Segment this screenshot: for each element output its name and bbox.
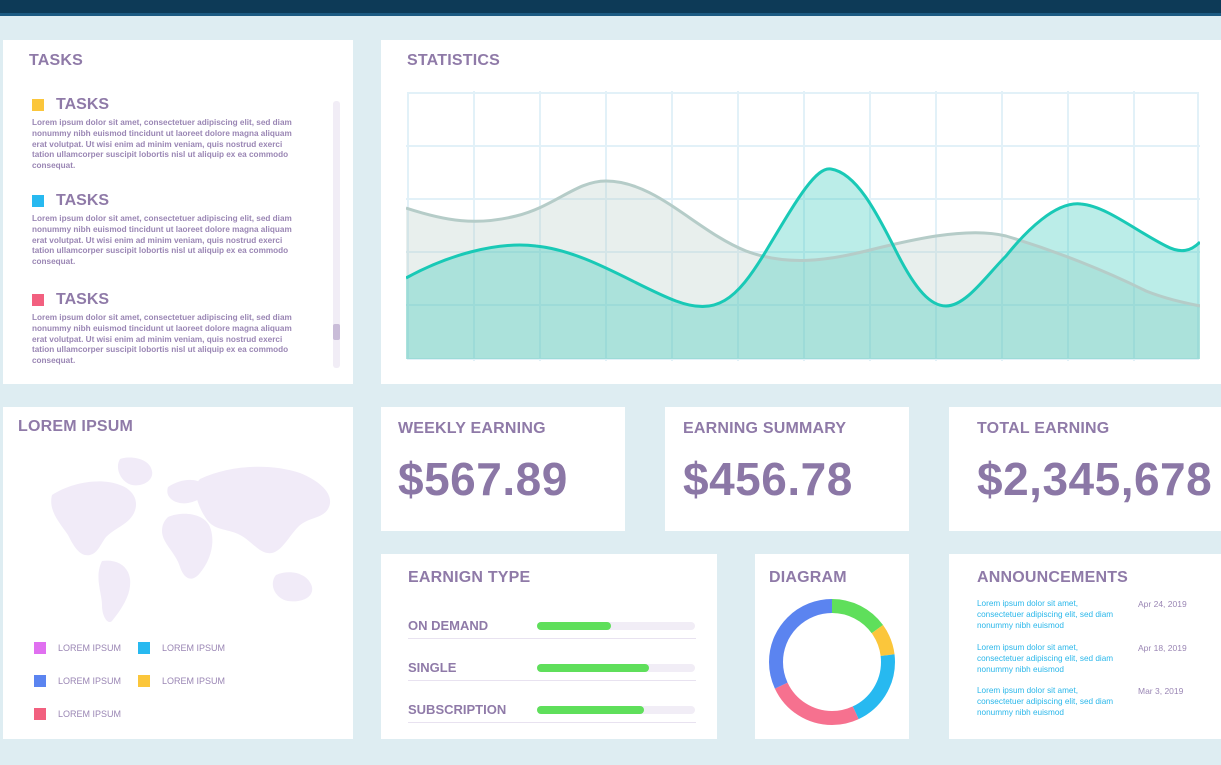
earning-type-row: SUBSCRIPTION [408, 702, 696, 732]
task-title: TASKS [56, 96, 109, 114]
row-divider [408, 680, 696, 681]
legend-color-marker [138, 675, 150, 687]
task-color-marker [32, 99, 44, 111]
map-panel-title: LOREM IPSUM [18, 418, 133, 436]
weekly-earning-title: WEEKLY EARNING [398, 420, 546, 438]
legend-label: LOREM IPSUM [58, 676, 121, 686]
task-item[interactable]: TASKS Lorem ipsum dolor sit amet, consec… [32, 95, 302, 172]
total-earning-title: TOTAL EARNING [977, 420, 1109, 438]
task-description: Lorem ipsum dolor sit amet, consectetuer… [32, 214, 302, 268]
announcement-text[interactable]: Lorem ipsum dolor sit amet, consectetuer… [977, 599, 1115, 631]
statistics-panel-title: STATISTICS [407, 52, 500, 70]
task-title: TASKS [56, 291, 109, 309]
earning-type-row: SINGLE [408, 660, 696, 690]
earning-type-progress-track [537, 706, 695, 714]
legend-color-marker [34, 708, 46, 720]
world-map-icon [40, 455, 340, 625]
announcement-date: Apr 24, 2019 [1138, 599, 1187, 609]
legend-item: LOREM IPSUM [138, 642, 225, 654]
top-bar [0, 0, 1221, 16]
weekly-earning-value: $567.89 [398, 452, 568, 506]
legend-item: LOREM IPSUM [138, 675, 225, 687]
row-divider [408, 638, 696, 639]
earning-type-progress-fill [537, 622, 611, 630]
task-color-marker [32, 195, 44, 207]
announcement-date: Apr 18, 2019 [1138, 643, 1187, 653]
announcements-title: ANNOUNCEMENTS [977, 569, 1128, 587]
diagram-donut-chart [767, 597, 897, 727]
earning-type-label: SUBSCRIPTION [408, 702, 506, 717]
total-earning-value: $2,345,678 [977, 452, 1212, 506]
earning-type-progress-fill [537, 706, 644, 714]
announcement-text[interactable]: Lorem ipsum dolor sit amet, consectetuer… [977, 643, 1115, 675]
earning-summary-value: $456.78 [683, 452, 853, 506]
earning-type-label: ON DEMAND [408, 618, 488, 633]
legend-label: LOREM IPSUM [58, 643, 121, 653]
legend-label: LOREM IPSUM [162, 643, 225, 653]
legend-item: LOREM IPSUM [34, 708, 121, 720]
legend-item: LOREM IPSUM [34, 675, 121, 687]
legend-label: LOREM IPSUM [162, 676, 225, 686]
earning-type-label: SINGLE [408, 660, 456, 675]
earning-type-progress-fill [537, 664, 649, 672]
task-description: Lorem ipsum dolor sit amet, consectetuer… [32, 313, 302, 367]
task-color-marker [32, 294, 44, 306]
row-divider [408, 722, 696, 723]
announcement-text[interactable]: Lorem ipsum dolor sit amet, consectetuer… [977, 686, 1115, 718]
announcement-date: Mar 3, 2019 [1138, 686, 1183, 696]
task-item[interactable]: TASKS Lorem ipsum dolor sit amet, consec… [32, 290, 302, 367]
legend-label: LOREM IPSUM [58, 709, 121, 719]
task-title: TASKS [56, 192, 109, 210]
earning-summary-title: EARNING SUMMARY [683, 420, 846, 438]
legend-color-marker [138, 642, 150, 654]
earning-type-title: EARNIGN TYPE [408, 569, 530, 587]
task-description: Lorem ipsum dolor sit amet, consectetuer… [32, 118, 302, 172]
tasks-scrollbar-thumb[interactable] [333, 324, 340, 340]
task-item[interactable]: TASKS Lorem ipsum dolor sit amet, consec… [32, 191, 302, 268]
legend-item: LOREM IPSUM [34, 642, 121, 654]
diagram-title: DIAGRAM [769, 569, 847, 587]
earning-type-progress-track [537, 622, 695, 630]
earning-type-progress-track [537, 664, 695, 672]
tasks-panel-title: TASKS [29, 52, 83, 70]
legend-color-marker [34, 675, 46, 687]
legend-color-marker [34, 642, 46, 654]
earning-type-row: ON DEMAND [408, 618, 696, 648]
teal-series-area [406, 169, 1200, 359]
statistics-area-chart [406, 91, 1200, 361]
